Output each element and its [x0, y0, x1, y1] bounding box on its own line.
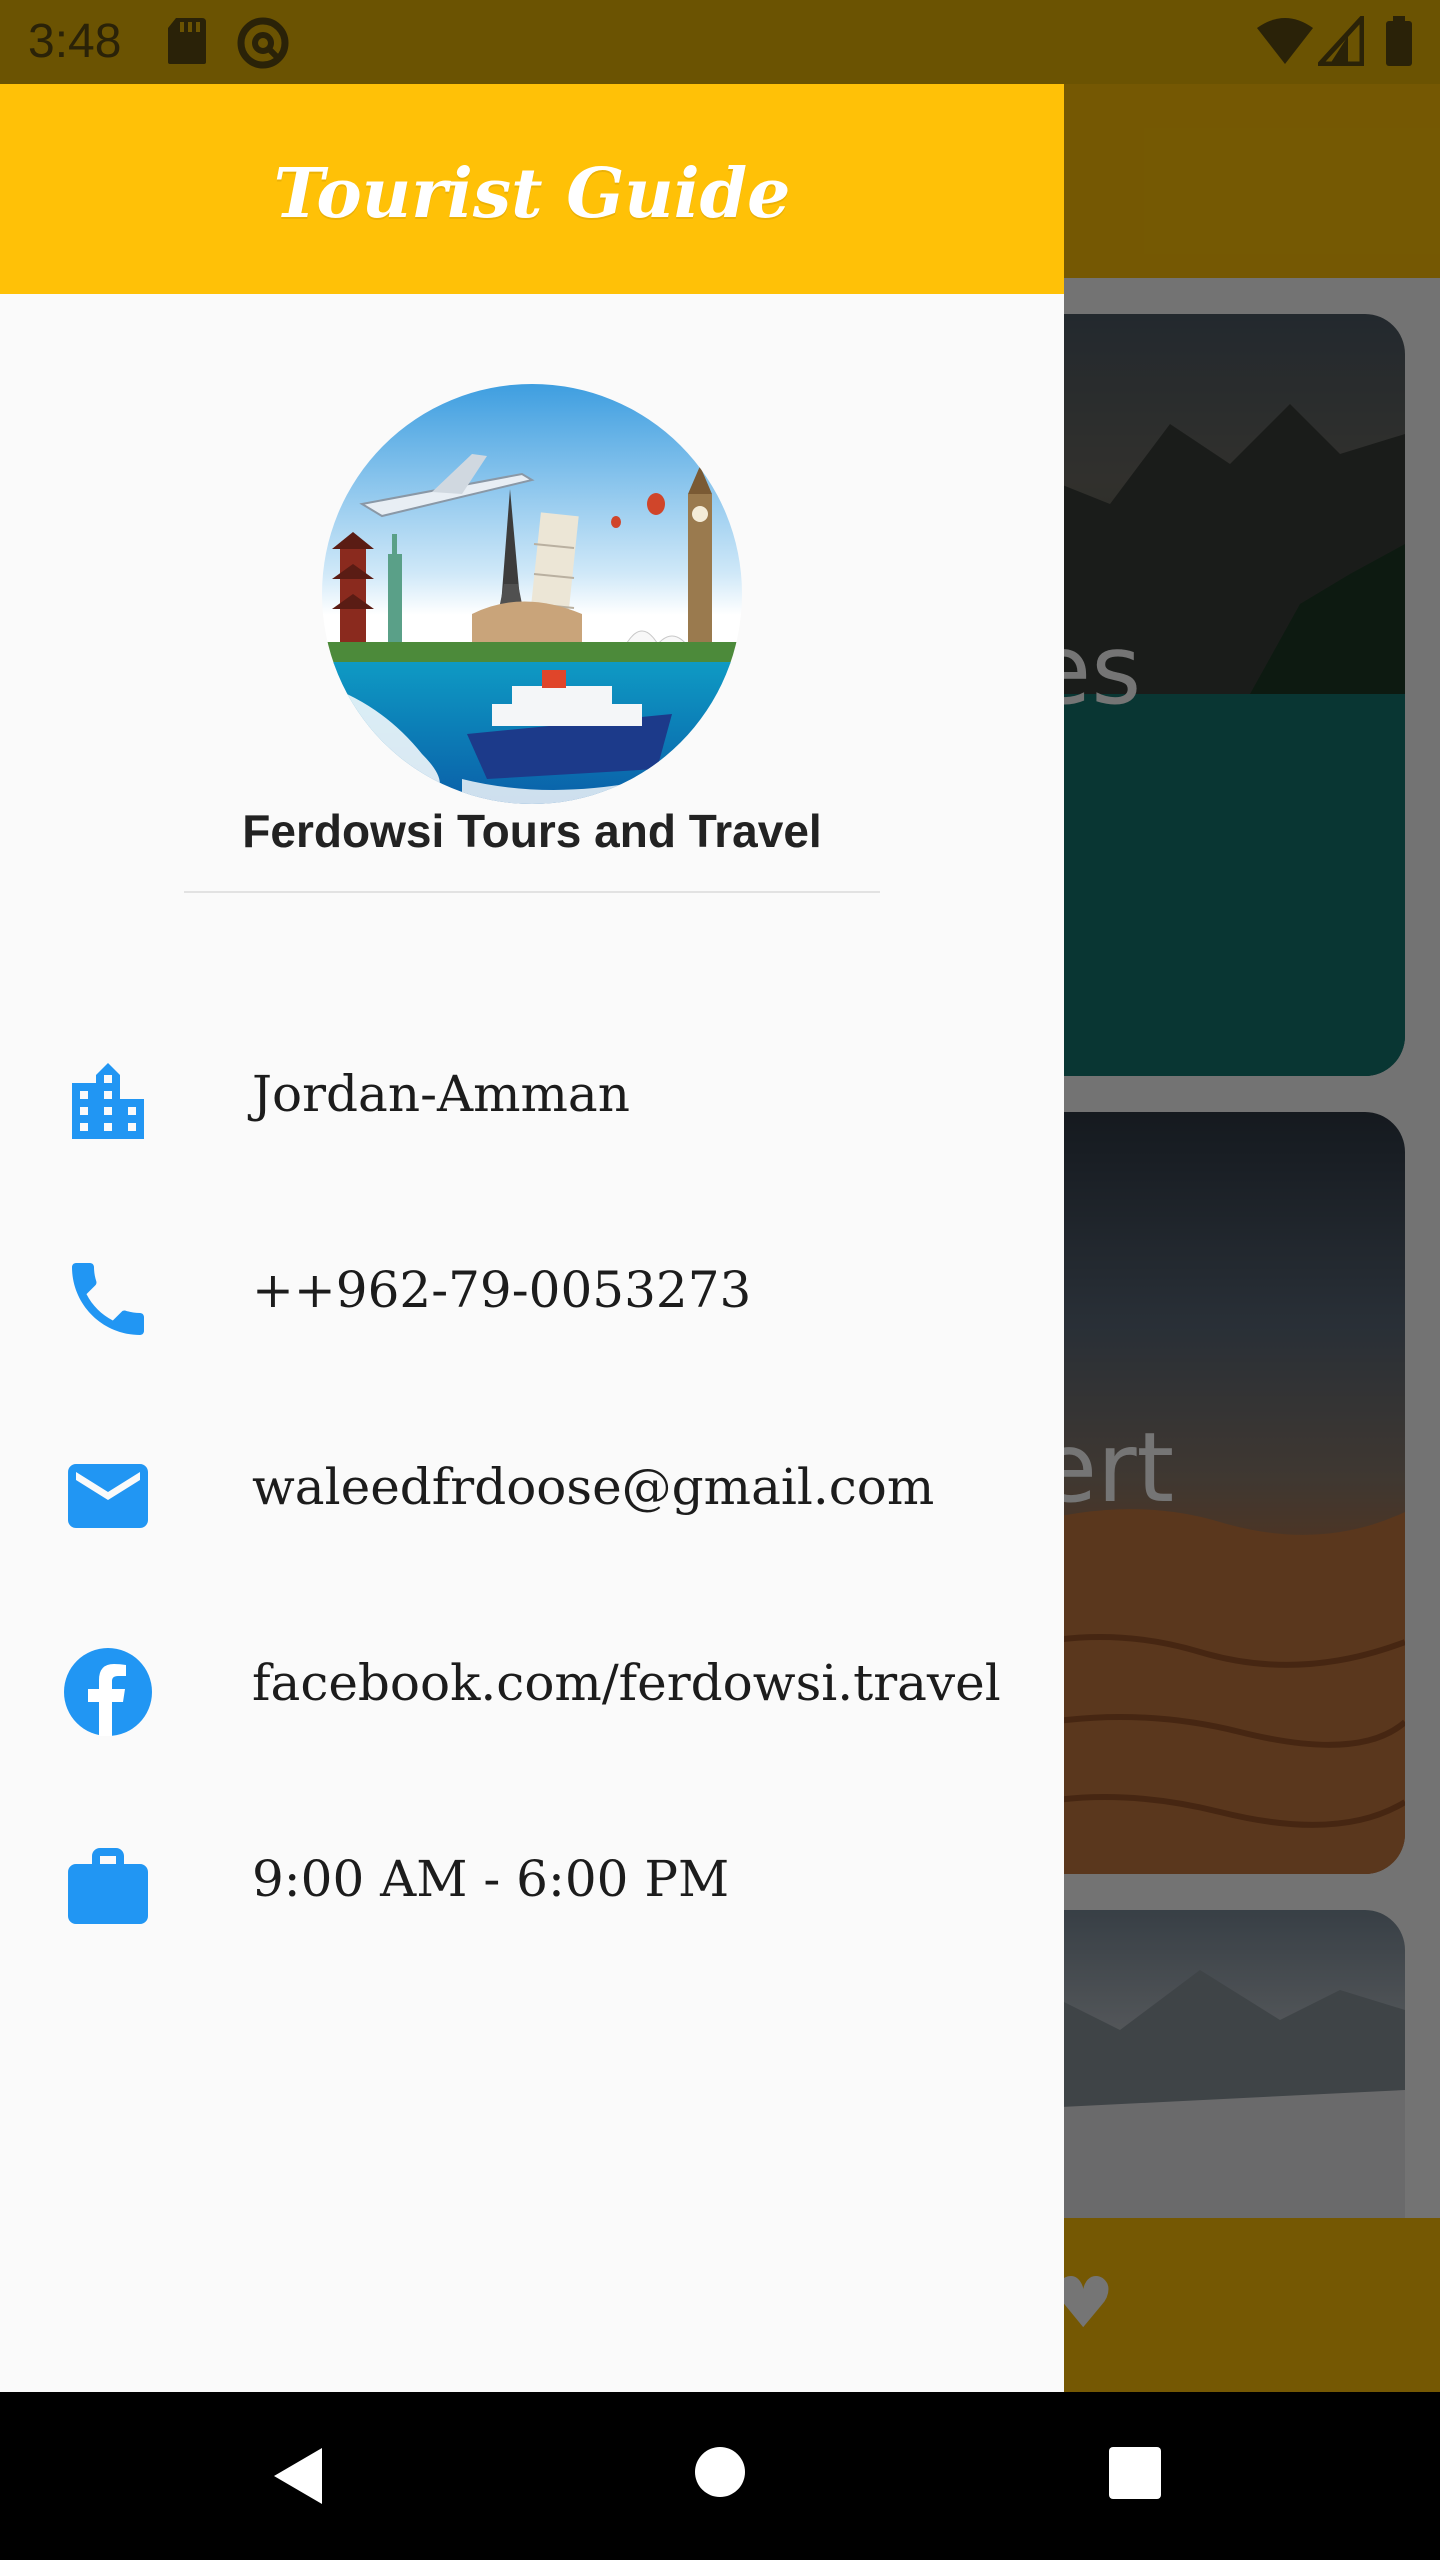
drawer-item-phone[interactable]: ++962-79-0053273: [0, 1223, 1064, 1363]
facebook-text: facebook.com/ferdowsi.travel: [252, 1654, 1001, 1712]
back-button[interactable]: [268, 2444, 328, 2512]
email-text: waleedfrdoose@gmail.com: [252, 1458, 935, 1516]
screen: 3:48 kes: [0, 0, 1440, 2560]
battery-icon: [1384, 16, 1414, 72]
status-bar: 3:48: [0, 0, 1440, 84]
cellular-signal-icon: [1314, 11, 1365, 70]
address-text: Jordan-Amman: [252, 1065, 630, 1123]
drawer-title: Tourist Guide: [273, 154, 791, 234]
home-circle-icon: [695, 2447, 745, 2497]
recents-button[interactable]: [1108, 2446, 1162, 2504]
hours-text: 9:00 AM - 6:00 PM: [252, 1850, 730, 1908]
system-navigation-bar: [0, 2392, 1440, 2560]
travel-collage-image: [322, 384, 742, 804]
drawer-item-email[interactable]: waleedfrdoose@gmail.com: [0, 1420, 1064, 1560]
company-logo-avatar: [322, 384, 742, 804]
location-city-icon: [60, 1055, 156, 1151]
company-name: Ferdowsi Tours and Travel: [242, 805, 822, 857]
wifi-icon: [1256, 16, 1314, 70]
drawer-item-hours[interactable]: 9:00 AM - 6:00 PM: [0, 1812, 1064, 1952]
phone-icon: [60, 1251, 156, 1347]
drawer-item-address[interactable]: Jordan-Amman: [0, 1027, 1064, 1167]
email-icon: [60, 1448, 156, 1544]
work-briefcase-icon: [60, 1840, 156, 1936]
do-not-disturb-icon: [236, 16, 290, 74]
home-button[interactable]: [694, 2446, 746, 2502]
navigation-drawer: Tourist Guide Ferdowsi Tours and Travel …: [0, 84, 1064, 2392]
sd-card-icon: [166, 16, 208, 70]
status-time: 3:48: [28, 15, 122, 68]
drawer-item-facebook[interactable]: facebook.com/ferdowsi.travel: [0, 1616, 1064, 1756]
facebook-icon: [60, 1644, 156, 1740]
back-triangle-icon: [274, 2448, 322, 2504]
phone-text: ++962-79-0053273: [252, 1261, 752, 1319]
drawer-header: Tourist Guide: [0, 84, 1064, 294]
recents-square-icon: [1109, 2447, 1161, 2499]
divider: [184, 891, 880, 893]
